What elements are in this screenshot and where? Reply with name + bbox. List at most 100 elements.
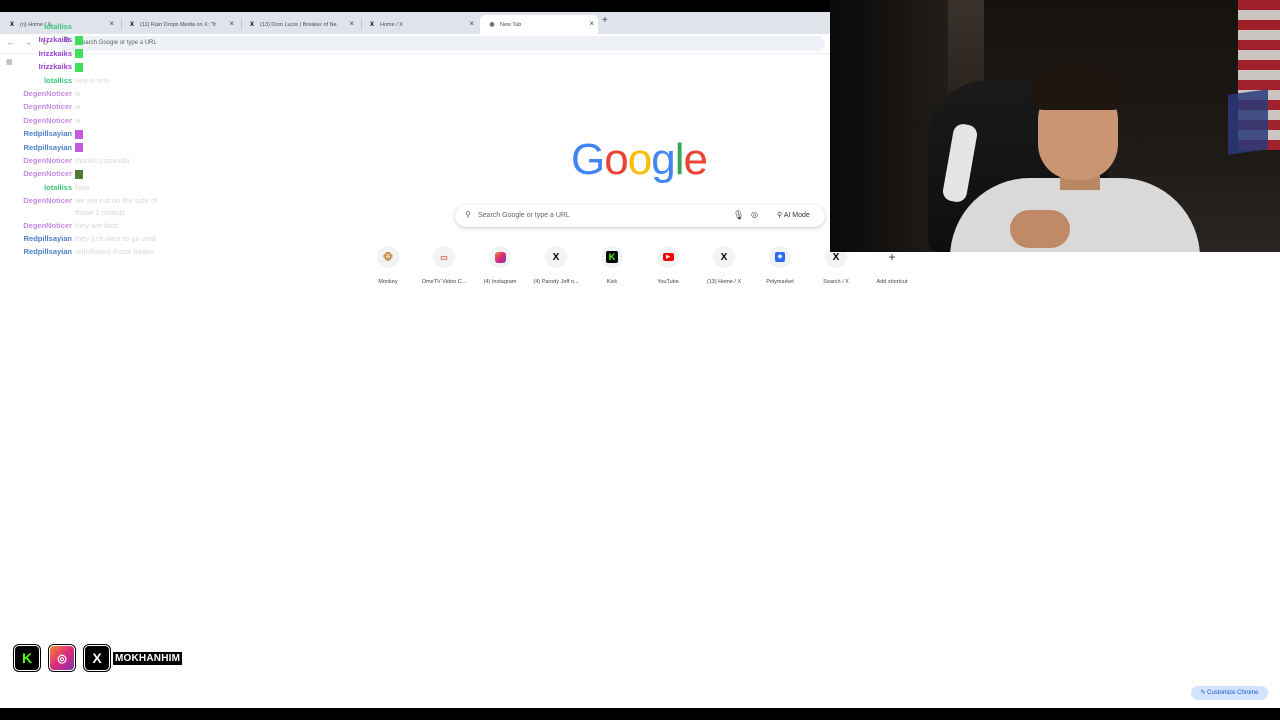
chat-message: Irizzkaiks (0, 35, 83, 45)
tab-strip: X (n) Home / X × X (11) Rain Drops Media… (0, 12, 830, 34)
chat-message: DegenNoticer thanks pizzavilla (0, 156, 129, 165)
polymarket-icon: ◈ (769, 246, 791, 268)
chat-message: Redpillsayian they just want to go viral (0, 234, 156, 243)
chat-text: they are fads (75, 220, 119, 230)
chat-emote-icon (75, 143, 83, 153)
tab-rain-drops[interactable]: X (11) Rain Drops Media on X: "It × (120, 15, 238, 34)
chat-text: w (75, 102, 81, 112)
chat-text: w (75, 89, 81, 98)
chat-message: DegenNoticer they are fads (0, 221, 118, 230)
chat-username: DegenNoticer (23, 115, 72, 125)
tab-dom-lucre[interactable]: X (13) Dom Lucre | Breaker of Ne × (240, 15, 358, 34)
bottom-bar (0, 708, 1280, 720)
microphone-icon[interactable]: 🎙︎ (733, 210, 744, 221)
lens-icon[interactable]: ◎ (751, 210, 758, 219)
shortcut-monkey[interactable]: 🐵︎ Monkey (362, 246, 414, 285)
chat-text: fade (75, 182, 90, 192)
close-icon[interactable]: × (349, 19, 354, 28)
google-logo-letter: g (651, 135, 676, 184)
chat-message: Redpillsayian (0, 129, 83, 139)
chat-message: Redpillsayian (0, 143, 83, 153)
chrome-icon: ◉ (489, 22, 495, 28)
chat-username: DegenNoticer (23, 156, 72, 165)
chat-emote-icon (75, 62, 83, 72)
chat-text: unfollowed those freaks (75, 247, 154, 257)
shortcut-label: Add shortcut (876, 279, 908, 285)
tab-title: New Tab (500, 21, 522, 28)
chat-streamer-name: synonymous (75, 0, 122, 9)
google-logo: Google (571, 135, 708, 185)
shortcut-polymarket[interactable]: ◈ Polymarket (754, 246, 806, 285)
chat-emote-icon (75, 35, 83, 45)
chat-text: we are not on the side of (75, 196, 158, 206)
close-icon[interactable]: × (109, 19, 114, 28)
close-icon[interactable]: × (469, 19, 474, 28)
chat-message: Redpillsayian unfollowed those freaks (0, 247, 154, 256)
monkey-icon: 🐵︎ (377, 246, 399, 268)
chat-message: DegenNoticer we are not on the side of (0, 196, 157, 205)
chat-emote-icon (75, 129, 83, 139)
chat-text: w (75, 115, 81, 125)
chat-message: DegenNoticer (0, 169, 83, 179)
shortcut-label: (4) Instagram (483, 279, 517, 285)
ai-mode-button[interactable]: ⚲ AI Mode (773, 210, 814, 222)
x-icon: X (545, 246, 567, 268)
chat-message: DegenNoticer w (0, 102, 80, 111)
chat-username: DegenNoticer (23, 220, 72, 230)
google-logo-letter: G (571, 135, 605, 184)
chat-text: nee is rich (75, 75, 110, 85)
search-icon: ⚲ (465, 210, 471, 219)
webcam-flag-canton (1228, 89, 1268, 155)
search-placeholder: Search Google or type a URL (478, 212, 570, 219)
shortcut-youtube[interactable]: ▶ YouTube (642, 246, 694, 285)
ai-mode-label: AI Mode (783, 212, 810, 219)
search-box[interactable]: ⚲ Search Google or type a URL 🎙︎ ◎ ⚲ AI … (455, 205, 825, 227)
close-icon[interactable]: × (589, 19, 594, 28)
chat-message: lotalliss nee is rich (0, 76, 109, 85)
chat-username: DegenNoticer (23, 102, 72, 112)
shortcut-instagram[interactable]: (4) Instagram (474, 246, 526, 285)
x-icon: X (84, 645, 110, 671)
shortcut-label: Kick (606, 279, 618, 285)
omnibox[interactable]: G Search Google or type a URL (60, 36, 825, 51)
chat-username: DegenNoticer (23, 196, 72, 206)
tab-title: Home / X (380, 21, 403, 28)
chat-username: Redpillsayian (23, 247, 72, 257)
google-logo-letter: o (627, 135, 653, 184)
customize-chrome-button[interactable]: ✎ Customize Chrome (1191, 686, 1268, 700)
youtube-icon: ▶ (657, 246, 679, 268)
shortcut-parody-jeff[interactable]: X (4) Parody Jeff o... (530, 246, 582, 285)
chat-username: Irizzkaiks (38, 35, 72, 45)
chat-username: lotalliss (44, 75, 72, 85)
chat-username: Irizzkaiks (38, 48, 72, 58)
chat-message: Irizzkaiks (0, 49, 83, 59)
chat-username: Redpillsayian (23, 142, 72, 152)
social-links: K ◎ X MOKHANHIM (14, 645, 183, 671)
new-tab-button[interactable]: + (602, 15, 608, 26)
streamer-hair (1030, 64, 1126, 110)
chat-username: Irizzkaiks (38, 62, 72, 72)
tab-new-tab[interactable]: ◉ New Tab × (480, 15, 598, 34)
x-icon: X (713, 246, 735, 268)
chat-username: Redpillsayian (23, 129, 72, 139)
shortcut-home-x[interactable]: X (13) Home / X (698, 246, 750, 285)
shortcut-kick[interactable]: K Kick (586, 246, 638, 285)
chat-message: lotalliss fade (0, 183, 90, 192)
chat-message: DegenNoticer w (0, 89, 80, 98)
shortcut-label: (13) Home / X (706, 279, 742, 285)
close-icon[interactable]: × (229, 19, 234, 28)
shortcut-label: OmeTV Video C... (421, 279, 467, 285)
webcam-overlay (830, 0, 1280, 252)
x-icon: X (249, 21, 254, 28)
google-logo-letter: e (683, 135, 708, 184)
tab-home-x-2[interactable]: X Home / X × (360, 15, 478, 34)
instagram-icon (489, 246, 511, 268)
chat-message: lotalliss (0, 22, 72, 31)
customize-chrome-label: Customize Chrome (1207, 690, 1259, 696)
google-logo-letter: l (674, 135, 685, 184)
shortcut-ometv[interactable]: ▭ OmeTV Video C... (418, 246, 470, 285)
shortcut-label: (4) Parody Jeff o... (533, 279, 579, 285)
chat-username: DegenNoticer (23, 89, 72, 98)
tab-title: (13) Dom Lucre | Breaker of Ne (260, 21, 337, 28)
shortcut-label: YouTube (657, 279, 679, 285)
